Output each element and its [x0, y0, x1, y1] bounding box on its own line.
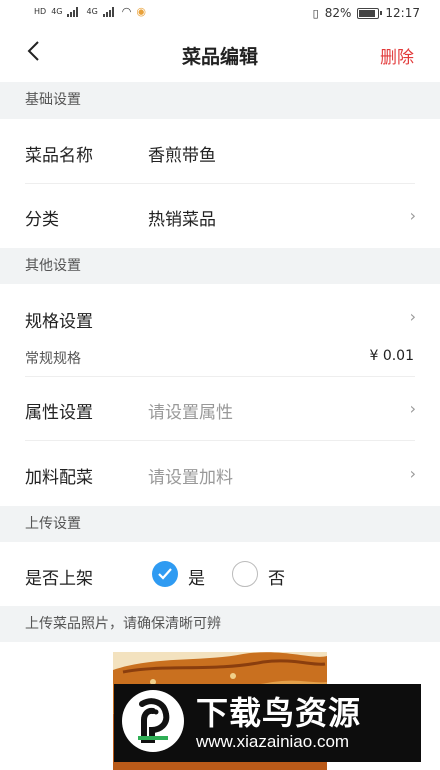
battery-icon [357, 7, 383, 19]
spec-label: 规格设置 [25, 312, 93, 332]
network-label: HD [34, 7, 47, 16]
check-icon [158, 568, 172, 580]
spec-row[interactable]: 规格设置 › 常规规格 ¥ 0.01 [0, 284, 440, 376]
attribute-label: 属性设置 [25, 403, 93, 423]
onshelf-label: 是否上架 [25, 569, 93, 589]
status-right: ▯ 82% 12:17 [313, 6, 420, 20]
chevron-right-icon: › [409, 307, 416, 326]
section-upload-header: 上传设置 [0, 506, 440, 542]
signal-4g-label: 4G [51, 7, 63, 16]
radio-yes[interactable] [152, 561, 178, 587]
vibrate-icon: ▯ [312, 6, 319, 20]
section-basic-header: 基础设置 [0, 82, 440, 119]
topping-row[interactable]: 加料配菜 请设置加料 › [0, 441, 440, 505]
onshelf-row: 是否上架 是 否 [0, 542, 440, 606]
watermark-title: 下载鸟资源 [196, 694, 362, 732]
radio-no-label[interactable]: 否 [268, 564, 285, 589]
watermark-url: www.xiazainiao.com [196, 732, 350, 751]
bird-logo-icon [122, 690, 184, 752]
category-value: 热销菜品 [148, 210, 216, 230]
dish-name-label: 菜品名称 [25, 146, 93, 166]
chevron-right-icon: › [409, 464, 416, 483]
category-row[interactable]: 分类 热销菜品 › [0, 184, 440, 247]
dish-name-field[interactable]: 香煎带鱼 [148, 141, 216, 166]
status-bar: HD 4G 4G ◠ ◉ ▯ 82% 12:17 [0, 0, 440, 28]
radio-yes-label[interactable]: 是 [188, 564, 205, 589]
app-notification-icon: ◉ [136, 5, 146, 18]
attribute-row[interactable]: 属性设置 请设置属性 › [0, 377, 440, 440]
watermark-banner: 下载鸟资源 www.xiazainiao.com [114, 684, 421, 762]
signal-icon [67, 6, 81, 17]
delete-button[interactable]: 删除 [380, 43, 414, 68]
battery-percent: 82% [324, 6, 352, 20]
section-photo-header: 上传菜品照片，请确保清晰可辨 [0, 606, 440, 642]
page-title: 菜品编辑 [181, 46, 258, 68]
nav-bar: 菜品编辑 删除 [0, 28, 440, 80]
signal-4g-label-2: 4G [86, 7, 98, 16]
chevron-right-icon: › [409, 206, 416, 225]
attribute-placeholder: 请设置属性 [148, 403, 233, 423]
spec-regular-price: ¥ 0.01 [369, 348, 414, 364]
spec-regular-label: 常规规格 [25, 351, 81, 367]
section-other-header: 其他设置 [0, 248, 440, 284]
category-label: 分类 [25, 210, 59, 230]
topping-label: 加料配菜 [25, 468, 93, 488]
dish-name-row[interactable]: 菜品名称 香煎带鱼 [0, 119, 440, 183]
topping-placeholder: 请设置加料 [148, 468, 233, 488]
clock: 12:17 [385, 6, 420, 20]
chevron-right-icon: › [409, 399, 416, 418]
wifi-icon: ◠ [121, 5, 132, 18]
radio-no[interactable] [232, 561, 258, 587]
signal-icon-2 [102, 6, 117, 17]
status-left: HD 4G 4G ◠ ◉ [34, 5, 146, 18]
